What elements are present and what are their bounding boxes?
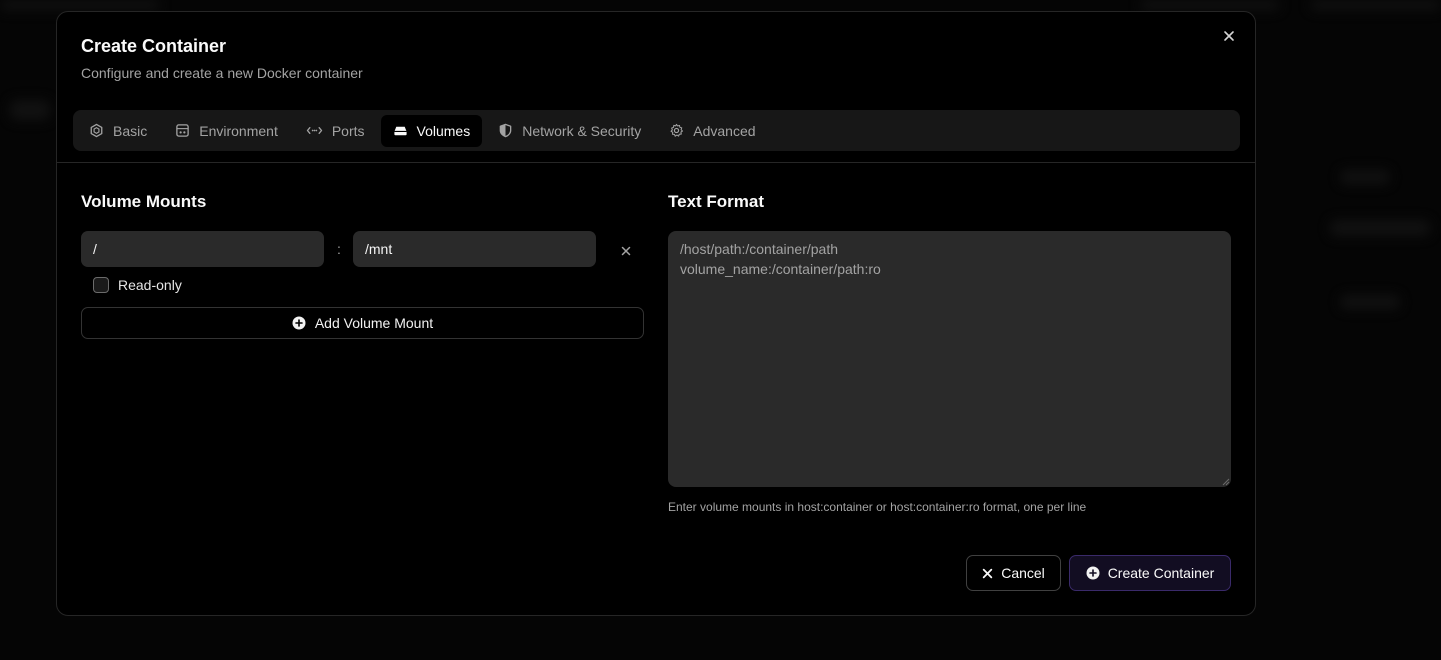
add-volume-mount-label: Add Volume Mount [314,315,434,331]
dialog-title: Create Container [81,36,227,56]
tab-label: Volumes [416,122,471,139]
hard-drive-icon [393,126,407,136]
tab-volumes[interactable]: Volumes [380,114,483,147]
readonly-row: Read-only [93,277,182,293]
divider [57,162,1255,163]
tab-advanced[interactable]: Advanced [657,115,767,147]
tab-label: Basic [113,122,148,139]
cancel-button[interactable]: Cancel [966,555,1061,591]
volume-mounts-title: Volume Mounts [81,192,207,211]
host-path-input[interactable] [81,231,324,267]
add-volume-mount-button[interactable]: Add Volume Mount [81,307,644,339]
path-separator: : [337,241,341,257]
resize-grip-icon[interactable] [1222,478,1230,486]
tab-ports[interactable]: Ports [294,115,377,147]
gear-icon [670,123,684,137]
volume-text-area[interactable]: /host/path:/container/path volume_name:/… [668,231,1231,487]
tab-basic[interactable]: Basic [77,115,159,147]
tab-network-security[interactable]: Network & Security [486,115,653,147]
tab-environment[interactable]: Environment [163,115,290,147]
text-format-title: Text Format [668,192,765,211]
shield-icon [499,123,512,138]
create-container-button[interactable]: Create Container [1069,555,1231,591]
tab-label: Network & Security [522,122,642,139]
close-icon [982,568,993,578]
container-path-input[interactable] [353,231,596,267]
tab-label: Advanced [693,122,756,139]
hexagon-icon [90,123,103,138]
create-container-label: Create Container [1107,565,1215,581]
readonly-label: Read-only [118,277,182,293]
arrows-horizontal-icon [306,127,323,134]
remove-mount-button[interactable] [617,242,635,260]
plus-circle-icon [292,316,306,330]
create-container-dialog: Create Container Configure and create a … [56,11,1256,616]
close-icon [621,246,631,256]
helper-text: Enter volume mounts in host:container or… [668,500,1087,514]
plus-circle-icon [1086,566,1100,580]
cancel-label: Cancel [1001,565,1045,581]
env-icon [176,124,190,137]
readonly-checkbox[interactable] [93,277,109,293]
tab-label: Environment [199,122,278,139]
tab-label: Ports [331,122,365,139]
tab-bar: Basic Environment Ports Volumes Network … [73,110,1240,151]
dialog-subtitle: Configure and create a new Docker contai… [81,65,363,81]
close-icon[interactable] [1221,28,1237,44]
